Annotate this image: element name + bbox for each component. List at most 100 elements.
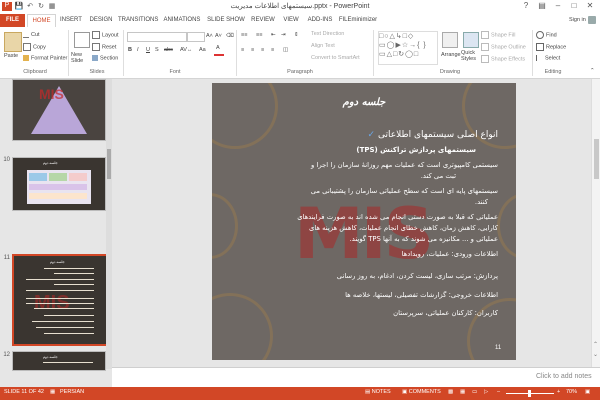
quick-styles-button[interactable]: Quick Styles bbox=[461, 50, 479, 62]
slide-thumbnail-selected[interactable]: جلسه دوم MIS bbox=[12, 254, 108, 346]
zoom-slider-thumb[interactable] bbox=[528, 390, 531, 397]
group-divider bbox=[123, 30, 124, 76]
section-button[interactable]: Section bbox=[92, 55, 118, 61]
help-button[interactable]: ? bbox=[518, 0, 534, 12]
paste-button[interactable]: Paste bbox=[4, 53, 18, 59]
shape-effects-button[interactable]: Shape Effects bbox=[481, 55, 525, 63]
slide-number: 10 bbox=[3, 157, 10, 163]
scrollbar-thumb[interactable] bbox=[594, 139, 599, 179]
reading-view-icon[interactable]: ▭ bbox=[472, 389, 477, 395]
comments-button[interactable]: ▣ COMMENTS bbox=[402, 389, 441, 395]
reset-button[interactable]: Reset bbox=[92, 43, 116, 51]
quick-styles-icon[interactable] bbox=[463, 32, 479, 48]
align-center-icon[interactable]: ≡ bbox=[251, 47, 254, 53]
slide-canvas[interactable]: MIS جلسه دوم انواع اصلی سیستمهای اطلاعات… bbox=[212, 83, 516, 360]
change-case-button[interactable]: Aa bbox=[199, 47, 206, 53]
section-icon bbox=[92, 55, 98, 61]
tab-add-ins[interactable]: ADD-INS bbox=[306, 14, 334, 27]
columns-icon[interactable]: ◫ bbox=[283, 47, 288, 53]
tab-insert[interactable]: INSERT bbox=[58, 14, 84, 27]
previous-slide-icon[interactable]: ⌃ bbox=[593, 341, 598, 348]
close-button[interactable]: ✕ bbox=[582, 0, 598, 12]
next-slide-icon[interactable]: ⌄ bbox=[593, 351, 598, 358]
text-direction-button[interactable]: Text Direction bbox=[311, 31, 344, 37]
sign-in-link[interactable]: Sign in bbox=[569, 17, 586, 23]
collapse-ribbon-icon[interactable]: ⌃ bbox=[590, 68, 595, 74]
select-button[interactable]: Select bbox=[536, 55, 560, 61]
line-spacing-icon[interactable]: ⇕ bbox=[294, 32, 299, 38]
notes-placeholder[interactable]: Click to add notes bbox=[536, 373, 592, 380]
tab-transitions[interactable]: TRANSITIONS bbox=[118, 14, 158, 27]
tab-file[interactable]: FILE bbox=[0, 14, 25, 27]
shapes-gallery[interactable]: □○△↳□◇ ▭◯▶☆→{ } ▭△□↻◯□ bbox=[378, 31, 438, 65]
strikethrough-button[interactable]: abc bbox=[164, 47, 173, 53]
maximize-button[interactable]: □ bbox=[566, 0, 582, 12]
slide-sorter-icon[interactable]: ▦ bbox=[460, 389, 465, 395]
font-size-input[interactable] bbox=[187, 32, 205, 42]
slide-text-line: ثبت می کند. bbox=[420, 172, 456, 180]
align-left-icon[interactable]: ≡ bbox=[241, 47, 244, 53]
align-right-icon[interactable]: ≡ bbox=[261, 47, 264, 53]
language-status[interactable]: PERSIAN bbox=[60, 389, 84, 395]
format-painter-button[interactable]: Format Painter bbox=[23, 55, 67, 61]
font-name-input[interactable] bbox=[127, 32, 187, 42]
decrease-indent-icon[interactable]: ⇤ bbox=[271, 32, 276, 38]
clear-formatting-icon[interactable]: ⌫ bbox=[226, 33, 234, 39]
tab-home[interactable]: HOME bbox=[27, 14, 56, 28]
thumbnails-scrollbar[interactable] bbox=[106, 79, 112, 369]
notes-button[interactable]: ▤ NOTES bbox=[365, 389, 391, 395]
zoom-in-button[interactable]: + bbox=[557, 389, 560, 395]
grow-font-icon[interactable]: A˄ bbox=[206, 33, 213, 39]
shrink-font-icon[interactable]: A˅ bbox=[215, 33, 222, 39]
tab-animations[interactable]: ANIMATIONS bbox=[162, 14, 202, 27]
tab-design[interactable]: DESIGN bbox=[88, 14, 114, 27]
arrange-icon[interactable] bbox=[442, 32, 458, 48]
italic-button[interactable]: I bbox=[137, 47, 139, 53]
slide-scrollbar[interactable]: ⌃ ⌄ bbox=[591, 79, 600, 367]
slide-thumbnail[interactable]: جلسه دوم bbox=[12, 157, 106, 211]
copy-icon bbox=[23, 43, 31, 51]
tab-fileminimizer[interactable]: FILEminimizer bbox=[338, 14, 378, 27]
arrange-button[interactable]: Arrange bbox=[441, 52, 461, 58]
numbering-icon[interactable]: ≡≡ bbox=[256, 32, 262, 38]
font-color-icon[interactable]: A bbox=[214, 45, 224, 56]
shape-outline-button[interactable]: Shape Outline bbox=[481, 43, 526, 51]
tab-slide-show[interactable]: SLIDE SHOW bbox=[206, 14, 246, 27]
fit-slide-icon[interactable]: ▣ bbox=[585, 389, 590, 395]
replace-button[interactable]: Replace bbox=[536, 43, 566, 51]
font-group-label: Font bbox=[169, 69, 181, 75]
increase-indent-icon[interactable]: ⇥ bbox=[281, 32, 286, 38]
minimize-button[interactable]: – bbox=[550, 0, 566, 12]
shape-fill-button[interactable]: Shape Fill bbox=[481, 31, 515, 39]
find-button[interactable]: Find bbox=[536, 31, 557, 39]
thumb-title: جلسه دوم bbox=[43, 161, 58, 165]
convert-smartart-button[interactable]: Convert to SmartArt bbox=[311, 55, 360, 61]
tab-view[interactable]: VIEW bbox=[280, 14, 302, 27]
layout-button[interactable]: Layout bbox=[92, 31, 119, 39]
spell-check-icon[interactable]: ▦ bbox=[50, 389, 55, 395]
zoom-level[interactable]: 70% bbox=[566, 389, 577, 395]
zoom-slider[interactable] bbox=[506, 390, 554, 397]
avatar[interactable] bbox=[588, 16, 596, 24]
copy-button[interactable]: Copy bbox=[23, 43, 46, 51]
tab-review[interactable]: REVIEW bbox=[250, 14, 276, 27]
new-slide-icon[interactable] bbox=[74, 32, 90, 48]
slide-text-line: سیستمهای پایه ای است که سطح عملیاتی سازم… bbox=[310, 187, 498, 195]
underline-button[interactable]: U bbox=[146, 47, 150, 53]
ribbon-display-options-icon[interactable]: ▤ bbox=[534, 0, 550, 12]
align-text-button[interactable]: Align Text bbox=[311, 43, 335, 49]
bold-button[interactable]: B bbox=[128, 47, 132, 53]
scrollbar-thumb[interactable] bbox=[107, 149, 111, 179]
zoom-out-button[interactable]: – bbox=[497, 389, 500, 395]
cut-button[interactable]: Cut bbox=[23, 31, 40, 38]
shadow-button[interactable]: S bbox=[155, 47, 159, 53]
slide-thumbnail[interactable]: MIS bbox=[12, 79, 106, 141]
notes-pane[interactable] bbox=[112, 367, 600, 388]
paste-icon[interactable] bbox=[4, 32, 22, 52]
slide-thumbnail[interactable]: جلسه دوم bbox=[12, 351, 106, 371]
justify-icon[interactable]: ≡ bbox=[271, 47, 274, 53]
normal-view-icon[interactable]: ▩ bbox=[448, 389, 453, 395]
character-spacing-icon[interactable]: AV↔ bbox=[180, 47, 192, 53]
slideshow-view-icon[interactable]: ▷ bbox=[484, 389, 488, 395]
bullets-icon[interactable]: ≡≡ bbox=[241, 32, 247, 38]
